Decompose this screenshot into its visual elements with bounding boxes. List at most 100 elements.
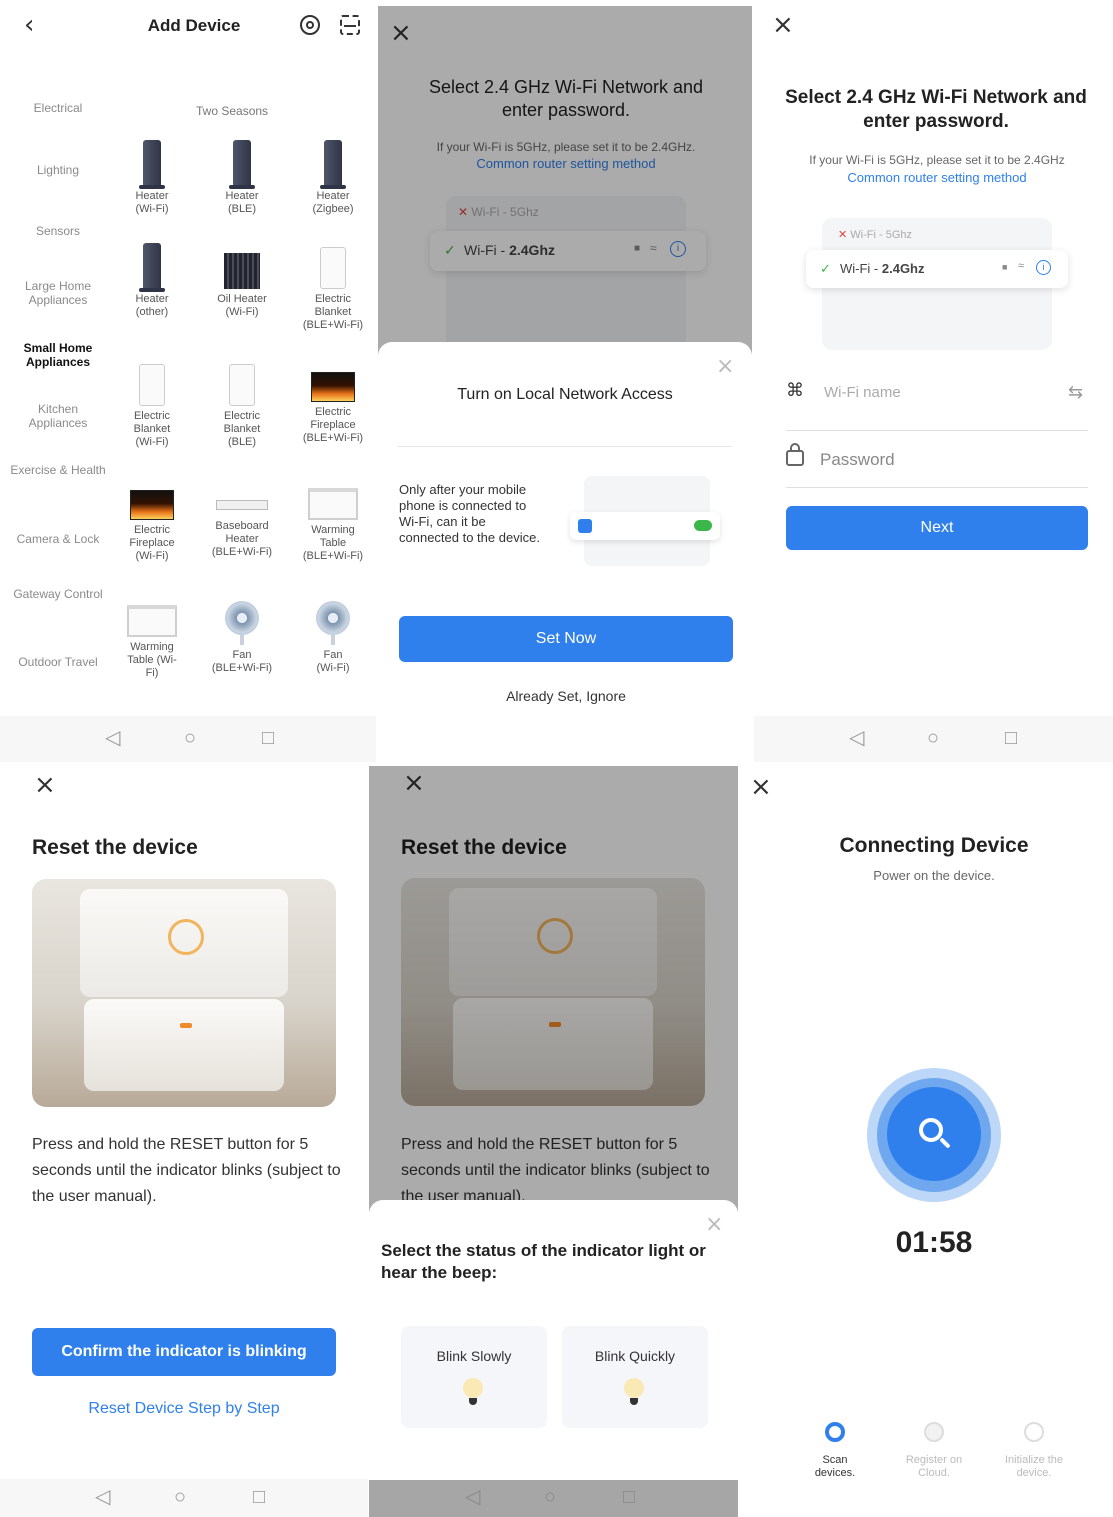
close-icon[interactable]: × [750,774,772,800]
switch-network-icon[interactable]: ⇆ [1068,382,1083,403]
category-small-home[interactable]: Small Home Appliances [8,341,108,369]
nav-recent-icon[interactable]: □ [1005,726,1017,750]
nav-back-icon[interactable]: ◁ [105,726,120,750]
device-warming-table-wifi[interactable]: Warming Table (Wi-Fi) [107,595,197,680]
device-heater-zigbee[interactable]: Heater (Zigbee) [288,140,376,216]
category-outdoor[interactable]: Outdoor Travel [8,655,108,669]
device-fireplace-wifi[interactable]: Electric Fireplace (Wi-Fi) [107,478,197,563]
baseboard-heater-icon [216,500,268,510]
wifi-24g-card: ✓ Wi-Fi - 2.4Ghz ■ ≈ i [806,250,1068,288]
warming-table-icon [127,605,177,637]
nav-recent-icon[interactable]: □ [253,1485,265,1509]
step-register: Register on Cloud. [905,1454,963,1479]
fan-icon [316,601,350,645]
category-large-home[interactable]: Large Home Appliances [8,279,108,307]
device-oil-heater[interactable]: Oil Heater (Wi-Fi) [197,243,287,319]
category-exercise[interactable]: Exercise & Health [8,463,108,477]
set-now-button[interactable]: Set Now [399,616,733,662]
blink-slowly-option[interactable]: Blink Slowly [401,1326,547,1428]
indicator-sheet: × Select the status of the indicator lig… [369,1200,738,1480]
target-icon[interactable] [300,15,320,35]
wifi-5g-row: ✕ Wi-Fi - 5Ghz [838,229,913,241]
router-method-link[interactable]: Common router setting method [768,170,1106,185]
sheet-title: Turn on Local Network Access [457,386,673,403]
system-nav-bar: ◁ ○ □ [0,716,376,762]
countdown-timer: 01:58 [895,1226,973,1259]
toggle-icon [694,520,712,531]
device-photo [32,879,336,1107]
sheet-title: Select the status of the indicator light… [381,1241,706,1282]
app-icon [578,519,592,533]
x-icon: ✕ [838,229,848,241]
nav-recent-icon[interactable]: □ [623,1485,635,1509]
category-kitchen[interactable]: Kitchen Appliances [8,402,108,430]
lock-icon: ■ [1002,262,1008,272]
category-lighting[interactable]: Lighting [8,163,108,177]
heater-icon [139,140,165,189]
password-input[interactable]: Password [820,450,1060,470]
device-heater-wifi[interactable]: Heater (Wi-Fi) [107,140,197,216]
device-fan-ble-wifi[interactable]: Fan (BLE+Wi-Fi) [197,595,287,675]
divider [398,446,732,447]
connecting-screen: × Connecting Device Power on the device.… [740,766,1113,1517]
step-initialize: Initialize the device. [1004,1454,1064,1479]
category-sensors[interactable]: Sensors [8,224,108,238]
oil-heater-icon [224,253,260,289]
nav-home-icon[interactable]: ○ [174,1485,186,1509]
initialize-step-icon [1024,1422,1044,1442]
device-fan-wifi[interactable]: Fan (Wi-Fi) [288,595,376,675]
sheet-close-icon[interactable]: × [705,1212,723,1238]
nav-home-icon[interactable]: ○ [544,1485,556,1509]
blink-quickly-option[interactable]: Blink Quickly [562,1326,708,1428]
device-blanket-wifi[interactable]: Electric Blanket (Wi-Fi) [107,360,197,449]
page-title: Reset the device [32,836,198,859]
category-gateway[interactable]: Gateway Control [8,587,108,601]
nav-recent-icon[interactable]: □ [262,726,274,750]
close-icon[interactable]: × [772,12,794,38]
nav-back-icon[interactable]: ◁ [849,726,864,750]
device-baseboard-heater[interactable]: Baseboard Heater (BLE+Wi-Fi) [197,478,287,559]
local-network-sheet: × Turn on Local Network Access Only afte… [378,342,752,762]
indicator-led [180,1023,192,1028]
category-camera-lock[interactable]: Camera & Lock [8,532,108,546]
divider [786,430,1088,431]
toggle-card-illustration [570,512,720,540]
wifi-icon: ⌘ [786,380,804,400]
device-blanket-ble[interactable]: Electric Blanket (BLE) [197,360,287,449]
page-title: Connecting Device [839,834,1029,857]
reset-instructions: Press and hold the RESET button for 5 se… [32,1136,341,1205]
close-icon[interactable]: × [34,772,56,798]
nav-home-icon[interactable]: ○ [184,726,196,750]
step-by-step-link[interactable]: Reset Device Step by Step [0,1400,368,1418]
nav-back-icon[interactable]: ◁ [95,1485,110,1509]
fireplace-icon [130,490,174,520]
device-warming-table-ble-wifi[interactable]: Warming Table (BLE+Wi-Fi) [288,478,376,563]
ignore-link[interactable]: Already Set, Ignore [378,688,752,704]
power-icon [168,919,204,955]
wifi-name-input[interactable]: Wi-Fi name [824,384,1054,401]
sheet-body: Only after your mobile phone is connecte… [399,482,540,545]
warming-table-icon [308,488,358,520]
system-nav-bar: ◁ ○ □ [369,1480,738,1517]
category-electrical[interactable]: Electrical [8,101,108,115]
wifi-signal-icon: ≈ [1018,260,1025,272]
nav-back-icon[interactable]: ◁ [465,1485,480,1509]
system-nav-bar: ◁ ○ □ [754,716,1113,762]
step-scan: Scan devices. [814,1454,856,1479]
add-device-screen: ‹ Add Device Electrical Lighting Sensors… [0,0,376,762]
next-button[interactable]: Next [786,506,1088,550]
confirm-blinking-button[interactable]: Confirm the indicator is blinking [32,1328,336,1376]
scan-step-icon [825,1422,845,1442]
heater-icon [320,140,346,189]
device-fireplace-ble-wifi[interactable]: Electric Fireplace (BLE+Wi-Fi) [288,360,376,445]
reset-device-screen: × Reset the device Press and hold the RE… [0,766,368,1517]
scan-icon[interactable] [340,15,360,35]
device-heater-ble[interactable]: Heater (BLE) [197,140,287,216]
indicator-status-screen: × Reset the device Press and hold the RE… [369,766,738,1517]
sheet-close-icon[interactable]: × [716,354,734,380]
device-blanket-ble-wifi[interactable]: Electric Blanket (BLE+Wi-Fi) [288,243,376,332]
check-icon: ✓ [820,261,831,276]
device-heater-other[interactable]: Heater (other) [107,243,197,319]
fan-icon [225,601,259,645]
nav-home-icon[interactable]: ○ [927,726,939,750]
